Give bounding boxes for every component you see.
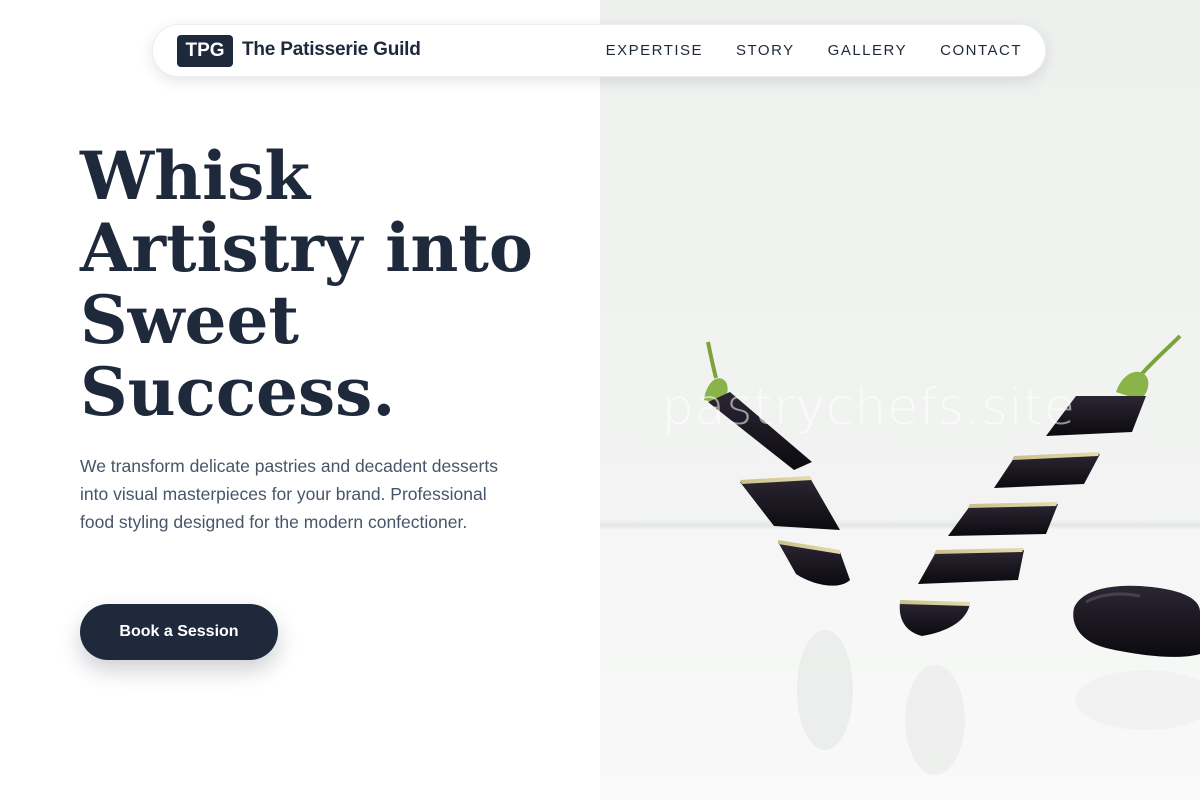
nav-links: EXPERTISE STORY GALLERY CONTACT — [573, 42, 1022, 59]
hero-lead-text: We transform delicate pastries and decad… — [80, 456, 498, 532]
top-navbar: TPG The Patisserie Guild EXPERTISE STORY… — [152, 24, 1046, 77]
headline-line-3: Sweet — [80, 281, 299, 359]
headline-line-2: Artistry into — [80, 209, 533, 287]
brand-name[interactable]: The Patisserie Guild — [242, 39, 421, 61]
headline-line-1: Whisk — [80, 137, 311, 215]
brand-logo-badge[interactable]: TPG — [177, 35, 233, 67]
nav-link-expertise[interactable]: EXPERTISE — [606, 42, 703, 59]
headline-line-4: Success. — [80, 353, 396, 431]
nav-link-gallery[interactable]: GALLERY — [828, 42, 907, 59]
watermark-text: pastrychefs.site — [662, 378, 1076, 436]
book-session-button[interactable]: Book a Session — [80, 604, 278, 660]
nav-link-story[interactable]: STORY — [736, 42, 795, 59]
hero-headline: Whisk Artistry into Sweet Success. — [80, 140, 560, 428]
hero-image: pastrychefs.site — [600, 0, 1200, 800]
nav-link-contact[interactable]: CONTACT — [940, 42, 1022, 59]
